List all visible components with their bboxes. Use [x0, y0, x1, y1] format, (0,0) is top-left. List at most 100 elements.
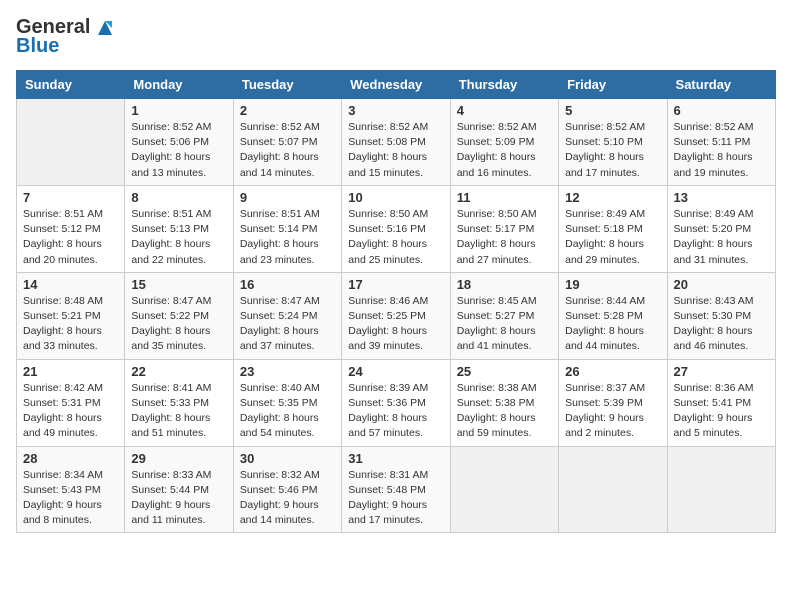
- day-detail: Sunrise: 8:51 AM Sunset: 5:13 PM Dayligh…: [131, 207, 226, 268]
- day-detail: Sunrise: 8:50 AM Sunset: 5:17 PM Dayligh…: [457, 207, 552, 268]
- day-detail: Sunrise: 8:52 AM Sunset: 5:08 PM Dayligh…: [348, 120, 443, 181]
- calendar-cell: 22Sunrise: 8:41 AM Sunset: 5:33 PM Dayli…: [125, 359, 233, 446]
- day-number: 3: [348, 103, 443, 118]
- calendar-cell: 12Sunrise: 8:49 AM Sunset: 5:18 PM Dayli…: [559, 185, 667, 272]
- day-number: 20: [674, 277, 769, 292]
- day-detail: Sunrise: 8:36 AM Sunset: 5:41 PM Dayligh…: [674, 381, 769, 442]
- day-detail: Sunrise: 8:52 AM Sunset: 5:09 PM Dayligh…: [457, 120, 552, 181]
- calendar-cell: 16 Sunrise: 8:47 AM Sunset: 5:24 PM Dayli…: [233, 272, 341, 359]
- day-detail: Sunrise: 8:42 AM Sunset: 5:31 PM Dayligh…: [23, 381, 118, 442]
- day-number: 15: [131, 277, 226, 292]
- day-detail: Sunrise: 8:51 AM Sunset: 5:12 PM Dayligh…: [23, 207, 118, 268]
- day-detail: Sunrise: 8:45 AM Sunset: 5:27 PM Dayligh…: [457, 294, 552, 355]
- calendar-cell: [450, 446, 558, 533]
- calendar-week-row: 7 Sunrise: 8:51 AM Sunset: 5:12 PM Daylig…: [17, 185, 776, 272]
- calendar-header-row: SundayMondayTuesdayWednesdayThursdayFrid…: [17, 71, 776, 99]
- day-detail: Sunrise: 8:47 AM Sunset: 5:22 PM Dayligh…: [131, 294, 226, 355]
- header-thursday: Thursday: [450, 71, 558, 99]
- day-number: 26: [565, 364, 660, 379]
- calendar-week-row: 28Sunrise: 8:34 AM Sunset: 5:43 PM Dayli…: [17, 446, 776, 533]
- day-number: 24: [348, 364, 443, 379]
- day-detail: Sunrise: 8:52 AM Sunset: 5:10 PM Dayligh…: [565, 120, 660, 181]
- day-detail: Sunrise: 8:44 AM Sunset: 5:28 PM Dayligh…: [565, 294, 660, 355]
- day-detail: Sunrise: 8:49 AM Sunset: 5:18 PM Dayligh…: [565, 207, 660, 268]
- day-detail: Sunrise: 8:52 AM Sunset: 5:07 PM Dayligh…: [240, 120, 335, 181]
- day-number: 14: [23, 277, 118, 292]
- calendar-cell: 17Sunrise: 8:46 AM Sunset: 5:25 PM Dayli…: [342, 272, 450, 359]
- calendar-cell: 19 Sunrise: 8:44 AM Sunset: 5:28 PM Dayli…: [559, 272, 667, 359]
- day-number: 31: [348, 451, 443, 466]
- calendar-cell: 31 Sunrise: 8:31 AM Sunset: 5:48 PM Dayli…: [342, 446, 450, 533]
- calendar-cell: 5 Sunrise: 8:52 AM Sunset: 5:10 PM Daylig…: [559, 99, 667, 186]
- day-detail: Sunrise: 8:32 AM Sunset: 5:46 PM Dayligh…: [240, 468, 335, 529]
- day-detail: Sunrise: 8:39 AM Sunset: 5:36 PM Dayligh…: [348, 381, 443, 442]
- day-number: 16: [240, 277, 335, 292]
- day-detail: Sunrise: 8:38 AM Sunset: 5:38 PM Dayligh…: [457, 381, 552, 442]
- calendar-cell: 14 Sunrise: 8:48 AM Sunset: 5:21 PM Dayli…: [17, 272, 125, 359]
- day-detail: Sunrise: 8:41 AM Sunset: 5:33 PM Dayligh…: [131, 381, 226, 442]
- logo-blue-text: Blue: [16, 35, 59, 58]
- day-number: 28: [23, 451, 118, 466]
- day-detail: Sunrise: 8:52 AM Sunset: 5:11 PM Dayligh…: [674, 120, 769, 181]
- day-detail: Sunrise: 8:48 AM Sunset: 5:21 PM Dayligh…: [23, 294, 118, 355]
- header-wednesday: Wednesday: [342, 71, 450, 99]
- calendar-cell: 6 Sunrise: 8:52 AM Sunset: 5:11 PM Daylig…: [667, 99, 775, 186]
- calendar-cell: 24 Sunrise: 8:39 AM Sunset: 5:36 PM Dayli…: [342, 359, 450, 446]
- calendar-cell: 15 Sunrise: 8:47 AM Sunset: 5:22 PM Dayli…: [125, 272, 233, 359]
- day-detail: Sunrise: 8:46 AM Sunset: 5:25 PM Dayligh…: [348, 294, 443, 355]
- calendar-cell: 23 Sunrise: 8:40 AM Sunset: 5:35 PM Dayli…: [233, 359, 341, 446]
- day-number: 11: [457, 190, 552, 205]
- day-number: 19: [565, 277, 660, 292]
- calendar-cell: 1Sunrise: 8:52 AM Sunset: 5:06 PM Daylig…: [125, 99, 233, 186]
- day-detail: Sunrise: 8:33 AM Sunset: 5:44 PM Dayligh…: [131, 468, 226, 529]
- calendar-cell: 30 Sunrise: 8:32 AM Sunset: 5:46 PM Dayli…: [233, 446, 341, 533]
- logo-icon: [94, 17, 116, 39]
- day-number: 2: [240, 103, 335, 118]
- day-detail: Sunrise: 8:47 AM Sunset: 5:24 PM Dayligh…: [240, 294, 335, 355]
- header-sunday: Sunday: [17, 71, 125, 99]
- day-number: 7: [23, 190, 118, 205]
- header-tuesday: Tuesday: [233, 71, 341, 99]
- day-detail: Sunrise: 8:43 AM Sunset: 5:30 PM Dayligh…: [674, 294, 769, 355]
- day-number: 18: [457, 277, 552, 292]
- day-detail: Sunrise: 8:51 AM Sunset: 5:14 PM Dayligh…: [240, 207, 335, 268]
- day-number: 8: [131, 190, 226, 205]
- calendar-cell: 18 Sunrise: 8:45 AM Sunset: 5:27 PM Dayli…: [450, 272, 558, 359]
- header-friday: Friday: [559, 71, 667, 99]
- header-monday: Monday: [125, 71, 233, 99]
- logo: General Blue: [16, 16, 116, 58]
- calendar-cell: 3 Sunrise: 8:52 AM Sunset: 5:08 PM Daylig…: [342, 99, 450, 186]
- day-number: 23: [240, 364, 335, 379]
- day-number: 29: [131, 451, 226, 466]
- day-number: 27: [674, 364, 769, 379]
- calendar-cell: 8 Sunrise: 8:51 AM Sunset: 5:13 PM Daylig…: [125, 185, 233, 272]
- day-number: 25: [457, 364, 552, 379]
- day-number: 21: [23, 364, 118, 379]
- calendar-cell: 2 Sunrise: 8:52 AM Sunset: 5:07 PM Daylig…: [233, 99, 341, 186]
- calendar-table: SundayMondayTuesdayWednesdayThursdayFrid…: [16, 70, 776, 533]
- day-number: 4: [457, 103, 552, 118]
- day-number: 6: [674, 103, 769, 118]
- calendar-cell: 26Sunrise: 8:37 AM Sunset: 5:39 PM Dayli…: [559, 359, 667, 446]
- day-detail: Sunrise: 8:40 AM Sunset: 5:35 PM Dayligh…: [240, 381, 335, 442]
- day-number: 1: [131, 103, 226, 118]
- calendar-cell: 29 Sunrise: 8:33 AM Sunset: 5:44 PM Dayli…: [125, 446, 233, 533]
- calendar-cell: 20 Sunrise: 8:43 AM Sunset: 5:30 PM Dayli…: [667, 272, 775, 359]
- day-detail: Sunrise: 8:50 AM Sunset: 5:16 PM Dayligh…: [348, 207, 443, 268]
- day-number: 5: [565, 103, 660, 118]
- calendar-cell: [667, 446, 775, 533]
- calendar-cell: 9 Sunrise: 8:51 AM Sunset: 5:14 PM Daylig…: [233, 185, 341, 272]
- calendar-cell: [559, 446, 667, 533]
- calendar-cell: 25 Sunrise: 8:38 AM Sunset: 5:38 PM Dayli…: [450, 359, 558, 446]
- day-detail: Sunrise: 8:49 AM Sunset: 5:20 PM Dayligh…: [674, 207, 769, 268]
- calendar-cell: [17, 99, 125, 186]
- header-saturday: Saturday: [667, 71, 775, 99]
- header: General Blue: [16, 16, 776, 58]
- day-number: 9: [240, 190, 335, 205]
- calendar-week-row: 14 Sunrise: 8:48 AM Sunset: 5:21 PM Dayli…: [17, 272, 776, 359]
- calendar-cell: 28Sunrise: 8:34 AM Sunset: 5:43 PM Dayli…: [17, 446, 125, 533]
- calendar-cell: 7 Sunrise: 8:51 AM Sunset: 5:12 PM Daylig…: [17, 185, 125, 272]
- day-number: 30: [240, 451, 335, 466]
- day-detail: Sunrise: 8:31 AM Sunset: 5:48 PM Dayligh…: [348, 468, 443, 529]
- calendar-week-row: 21 Sunrise: 8:42 AM Sunset: 5:31 PM Dayli…: [17, 359, 776, 446]
